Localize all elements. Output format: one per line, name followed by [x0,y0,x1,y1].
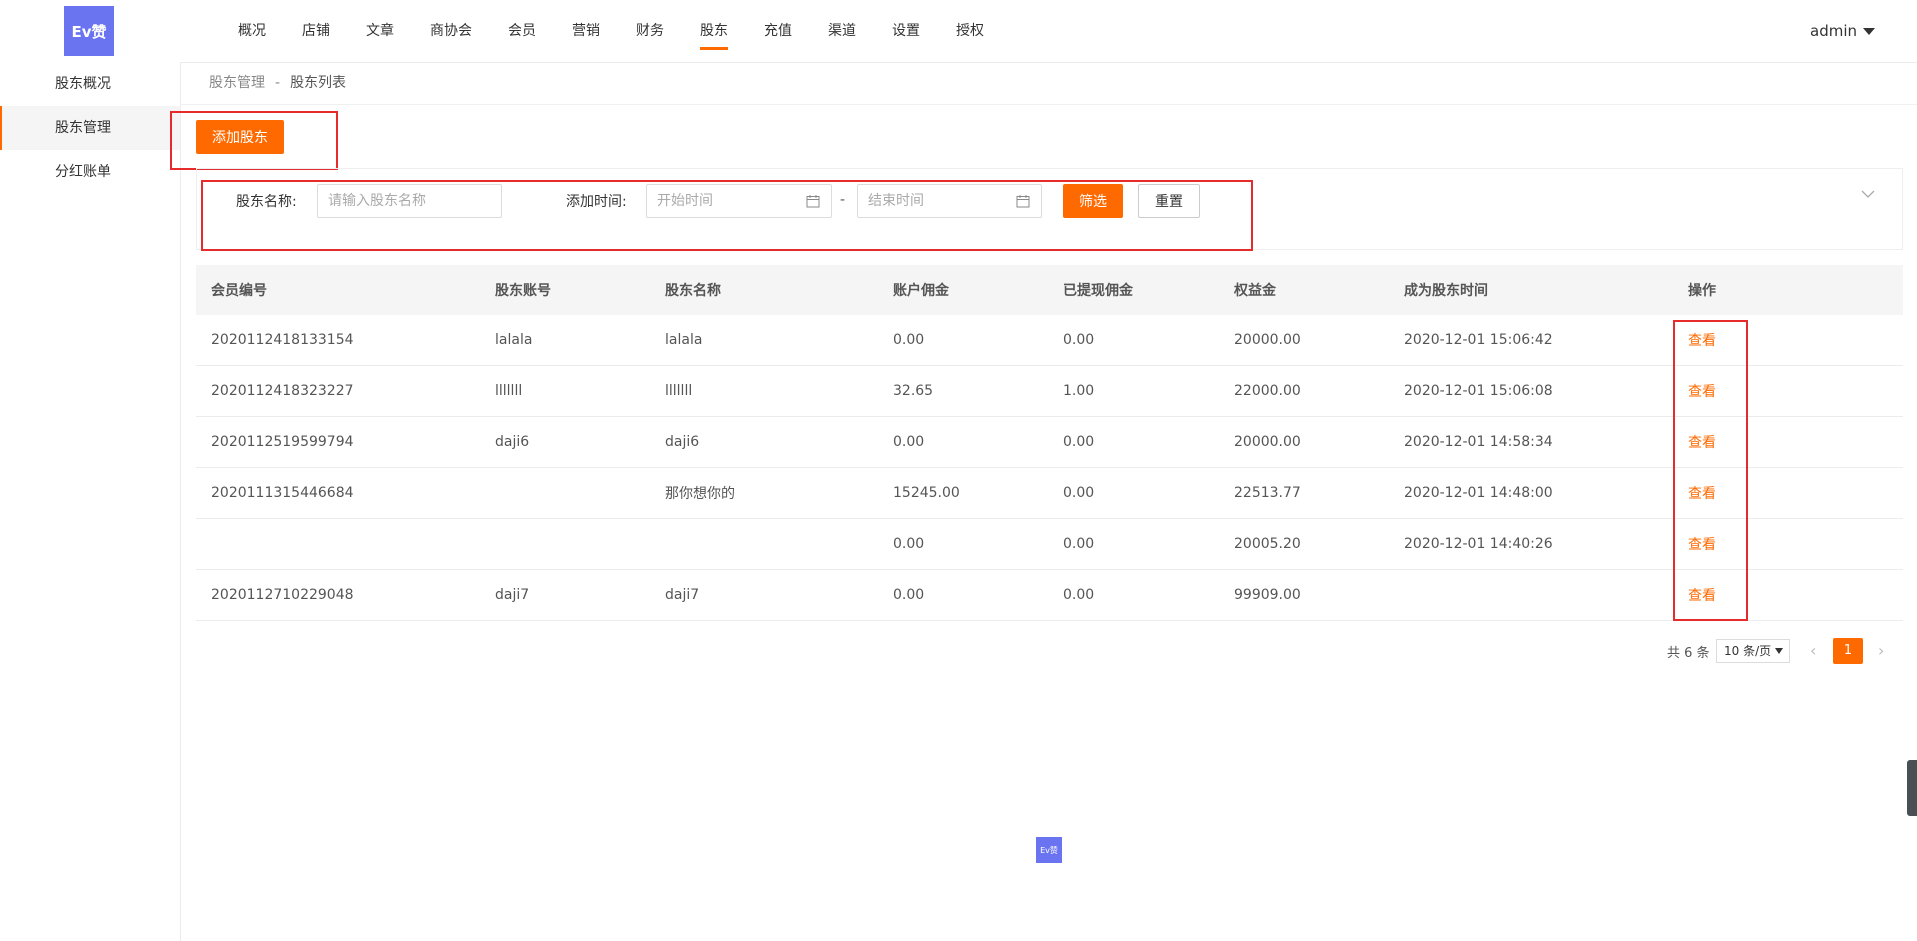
column-header: 账户佣金 [893,283,949,299]
brand-logo-text: Ev赞 [71,22,107,41]
table-cell: 0.00 [893,536,925,552]
table-cell: 0.00 [1063,434,1095,450]
table-cell: 22513.77 [1234,485,1301,501]
nav-item[interactable]: 文章 [348,0,412,62]
table-cell: 2020112519599794 [211,434,354,450]
side-drawer-handle[interactable] [1907,760,1917,816]
user-name: admin [1810,22,1857,40]
main-nav: 概况 店铺 文章 商协会 会员 营销 财务 股东 充值 渠道 设置 授权 [220,0,1002,62]
table-cell: lllllll [495,383,523,399]
next-page-button[interactable]: › [1878,641,1884,661]
chevron-down-icon[interactable] [1860,188,1876,200]
table-cell: daji6 [665,434,700,450]
page-size-select[interactable]: 10 条/页 [1716,639,1790,663]
column-header: 成为股东时间 [1404,283,1488,299]
page-button-current[interactable]: 1 [1833,638,1863,664]
breadcrumb-parent[interactable]: 股东管理 [209,75,265,91]
table-cell: daji7 [495,587,530,603]
column-header: 股东名称 [665,283,721,299]
user-menu[interactable]: admin [1810,0,1875,62]
table-cell: 2020-12-01 14:40:26 [1404,536,1553,552]
prev-page-button[interactable]: ‹ [1810,641,1816,661]
nav-item[interactable]: 会员 [490,0,554,62]
brand-logo[interactable]: Ev赞 [64,6,114,56]
nav-item[interactable]: 商协会 [412,0,490,62]
table-cell: lalala [665,332,703,348]
table-cell: lalala [495,332,533,348]
table-cell: 0.00 [1063,587,1095,603]
table-row: 2020112418323227 lllllll lllllll 32.65 1.00 2… [196,366,1903,417]
table-cell: 20000.00 [1234,434,1301,450]
table-row: 2020112710229048 daji7 daji7 0.00 0.00 99909.… [196,570,1903,621]
column-header: 权益金 [1234,283,1276,299]
table-cell: 32.65 [893,383,934,399]
sidebar-item[interactable]: 股东管理 [0,106,180,150]
column-header: 股东账号 [495,283,551,299]
table-cell: 那你想你的 [665,486,735,502]
table-cell: 0.00 [1063,536,1095,552]
table-cell: 20005.20 [1234,536,1301,552]
table-cell: 1.00 [1063,383,1095,399]
nav-item[interactable]: 充值 [746,0,810,62]
table-cell: daji7 [665,587,700,603]
nav-item[interactable]: 授权 [938,0,1002,62]
top-navbar: Ev赞 概况 店铺 文章 商协会 会员 营销 财务 股东 充值 渠道 设置 授权 admin [0,0,1917,63]
nav-item[interactable]: 营销 [554,0,618,62]
nav-item[interactable]: 财务 [618,0,682,62]
shareholder-table: 会员编号 股东账号 股东名称 账户佣金 已提现佣金 权益金 成为股东时间 操作 2020112… [196,265,1903,621]
table-cell: 2020-12-01 14:58:34 [1404,434,1553,450]
table-row: 2020111315446684 那你想你的 15245.00 0.00 22513.7… [196,468,1903,519]
page-size-value: 10 条/页 [1724,644,1772,658]
table-cell: 0.00 [893,587,925,603]
nav-item[interactable]: 设置 [874,0,938,62]
table-cell: daji6 [495,434,530,450]
highlight-box-filter [201,180,1253,251]
table-cell: 2020-12-01 15:06:42 [1404,332,1553,348]
table-row: 2020112418133154 lalala lalala 0.00 0.00 2000… [196,315,1903,366]
footer-logo: Ev赞 [1036,837,1062,863]
nav-item[interactable]: 股东 [682,0,746,62]
highlight-box-add [170,111,338,170]
table-cell: 2020-12-01 14:48:00 [1404,485,1553,501]
table-cell: 0.00 [893,434,925,450]
pagination-total: 共 6 条 [1667,646,1710,661]
column-header: 操作 [1688,283,1716,299]
nav-item[interactable]: 渠道 [810,0,874,62]
nav-item[interactable]: 店铺 [284,0,348,62]
table-cell: 2020112710229048 [211,587,354,603]
table-cell: 2020111315446684 [211,485,354,501]
table-cell: 22000.00 [1234,383,1301,399]
table-cell: 0.00 [1063,332,1095,348]
table-cell: 2020112418133154 [211,332,354,348]
column-header: 会员编号 [211,283,267,299]
sidebar-item[interactable]: 分红账单 [0,150,180,194]
sidebar-item[interactable]: 股东概况 [0,62,180,106]
table-row: 0.00 0.00 20005.20 2020-12-01 14:40:26 查看 [196,519,1903,570]
table-cell: 2020112418323227 [211,383,354,399]
table-body: 2020112418133154 lalala lalala 0.00 0.00 2000… [196,315,1903,621]
caret-down-icon [1775,648,1783,654]
column-header: 已提现佣金 [1063,283,1133,299]
table-cell: lllllll [665,383,693,399]
table-cell: 0.00 [893,332,925,348]
breadcrumb: 股东管理 - 股东列表 [209,62,346,104]
caret-down-icon [1863,28,1875,35]
nav-item[interactable]: 概况 [220,0,284,62]
table-cell: 99909.00 [1234,587,1301,603]
table-cell: 2020-12-01 15:06:08 [1404,383,1553,399]
footer-logo-text: Ev赞 [1040,845,1058,855]
table-cell: 15245.00 [893,485,960,501]
sidebar: 股东概况 股东管理 分红账单 [0,62,181,941]
table-header: 会员编号 股东账号 股东名称 账户佣金 已提现佣金 权益金 成为股东时间 操作 [196,265,1903,315]
table-cell: 0.00 [1063,485,1095,501]
table-row: 2020112519599794 daji6 daji6 0.00 0.00 20000.… [196,417,1903,468]
breadcrumb-separator: - [275,75,281,91]
highlight-box-actions [1673,320,1748,621]
table-cell: 20000.00 [1234,332,1301,348]
divider [181,104,1917,105]
breadcrumb-current: 股东列表 [290,75,347,91]
